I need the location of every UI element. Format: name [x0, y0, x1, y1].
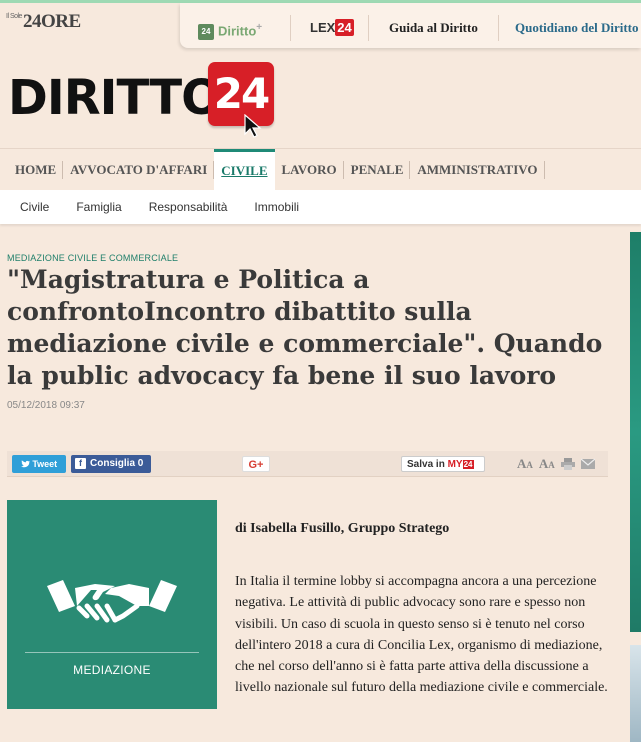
- lex-label: LEX: [310, 20, 336, 35]
- side-advertisement-2[interactable]: [630, 645, 641, 742]
- logo-prefix: Il Sole: [6, 13, 22, 20]
- twitter-bird-icon: [20, 460, 30, 468]
- print-icon[interactable]: [560, 458, 575, 470]
- article-byline: di Isabella Fusillo, Gruppo Stratego: [235, 521, 450, 536]
- subnav-item-immobili[interactable]: Immobili: [254, 190, 299, 224]
- plus-sign: +: [256, 22, 263, 33]
- email-icon[interactable]: [580, 458, 595, 470]
- my24-badge: 24: [462, 460, 474, 469]
- nav-item-civile[interactable]: CIVILE: [214, 149, 275, 191]
- handshake-icon: [47, 580, 177, 623]
- nav-item-home[interactable]: HOME: [8, 149, 64, 191]
- article-tools: AA AA: [517, 456, 595, 472]
- article-date: 05/12/2018 09:37: [7, 400, 85, 411]
- divider: [368, 15, 369, 41]
- divider: [290, 15, 291, 41]
- divider: [498, 15, 499, 41]
- article-body-paragraph: In Italia il termine lobby si accompagna…: [235, 574, 608, 696]
- google-plus-button[interactable]: G+: [242, 456, 270, 472]
- article-kicker[interactable]: MEDIAZIONE CIVILE E COMMERCIALE: [7, 253, 178, 263]
- quotidiano-del-diritto-link[interactable]: Quotidiano del Diritto: [515, 16, 639, 40]
- article-image-mediazione: MEDIAZIONE: [7, 500, 217, 709]
- lex-24-badge: 24: [335, 19, 354, 36]
- image-label: MEDIAZIONE: [73, 663, 151, 677]
- facebook-consiglia-button[interactable]: f Consiglia 0: [71, 455, 151, 473]
- lex24-link[interactable]: LEX 24: [310, 16, 354, 40]
- cursor-arrow-icon: [244, 114, 262, 138]
- top-links-bar: 24 Diritto+ LEX 24 Guida al Diritto Quotid…: [180, 3, 641, 48]
- subnav-item-civile[interactable]: Civile: [20, 190, 49, 224]
- consiglia-label: Consiglia 0: [90, 458, 144, 469]
- main-navigation: HOME AVVOCATO D'AFFARI CIVILE LAVORO PEN…: [0, 148, 641, 191]
- book-icon: 24: [198, 23, 214, 40]
- sub-navigation: Civile Famiglia Responsabilità Immobili: [0, 190, 641, 224]
- nav-item-avvocato-daffari[interactable]: AVVOCATO D'AFFARI: [63, 149, 215, 191]
- increase-font-icon[interactable]: AA: [539, 456, 555, 472]
- image-divider: [25, 652, 199, 653]
- brand-word: DIRITTO: [8, 70, 222, 126]
- site-header: Il Sole24ORE 24 Diritto+ LEX 24 Guida al D…: [0, 3, 641, 53]
- salva-in-my24-button[interactable]: Salva in MY24: [401, 456, 485, 472]
- salva-label: Salva in: [407, 459, 445, 470]
- tweet-label: Tweet: [32, 459, 58, 469]
- subnav-item-responsabilita[interactable]: Responsabilità: [149, 190, 228, 224]
- share-toolbar: Tweet f Consiglia 0 G+ Salva in MY24 AA A…: [7, 451, 608, 477]
- sole24ore-logo[interactable]: Il Sole24ORE: [6, 11, 81, 33]
- facebook-icon: f: [75, 458, 86, 469]
- guida-al-diritto-link[interactable]: Guida al Diritto: [389, 16, 478, 40]
- diritto-plus-link[interactable]: 24 Diritto+: [198, 16, 262, 40]
- side-advertisement[interactable]: [630, 232, 641, 632]
- nav-item-lavoro[interactable]: LAVORO: [275, 149, 344, 191]
- diritto-link-label: Diritto: [218, 23, 257, 39]
- brand-24-box: 24: [208, 62, 274, 126]
- logo-text: 24ORE: [22, 11, 81, 32]
- nav-item-amministrativo[interactable]: AMMINISTRATIVO: [410, 149, 545, 191]
- subnav-item-famiglia[interactable]: Famiglia: [76, 190, 121, 224]
- nav-item-penale[interactable]: PENALE: [344, 149, 411, 191]
- tweet-button[interactable]: Tweet: [12, 455, 66, 473]
- article-title: "Magistratura e Politica a confrontoInco…: [7, 265, 603, 390]
- my-label: MY: [447, 459, 463, 470]
- decrease-font-icon[interactable]: AA: [517, 456, 533, 472]
